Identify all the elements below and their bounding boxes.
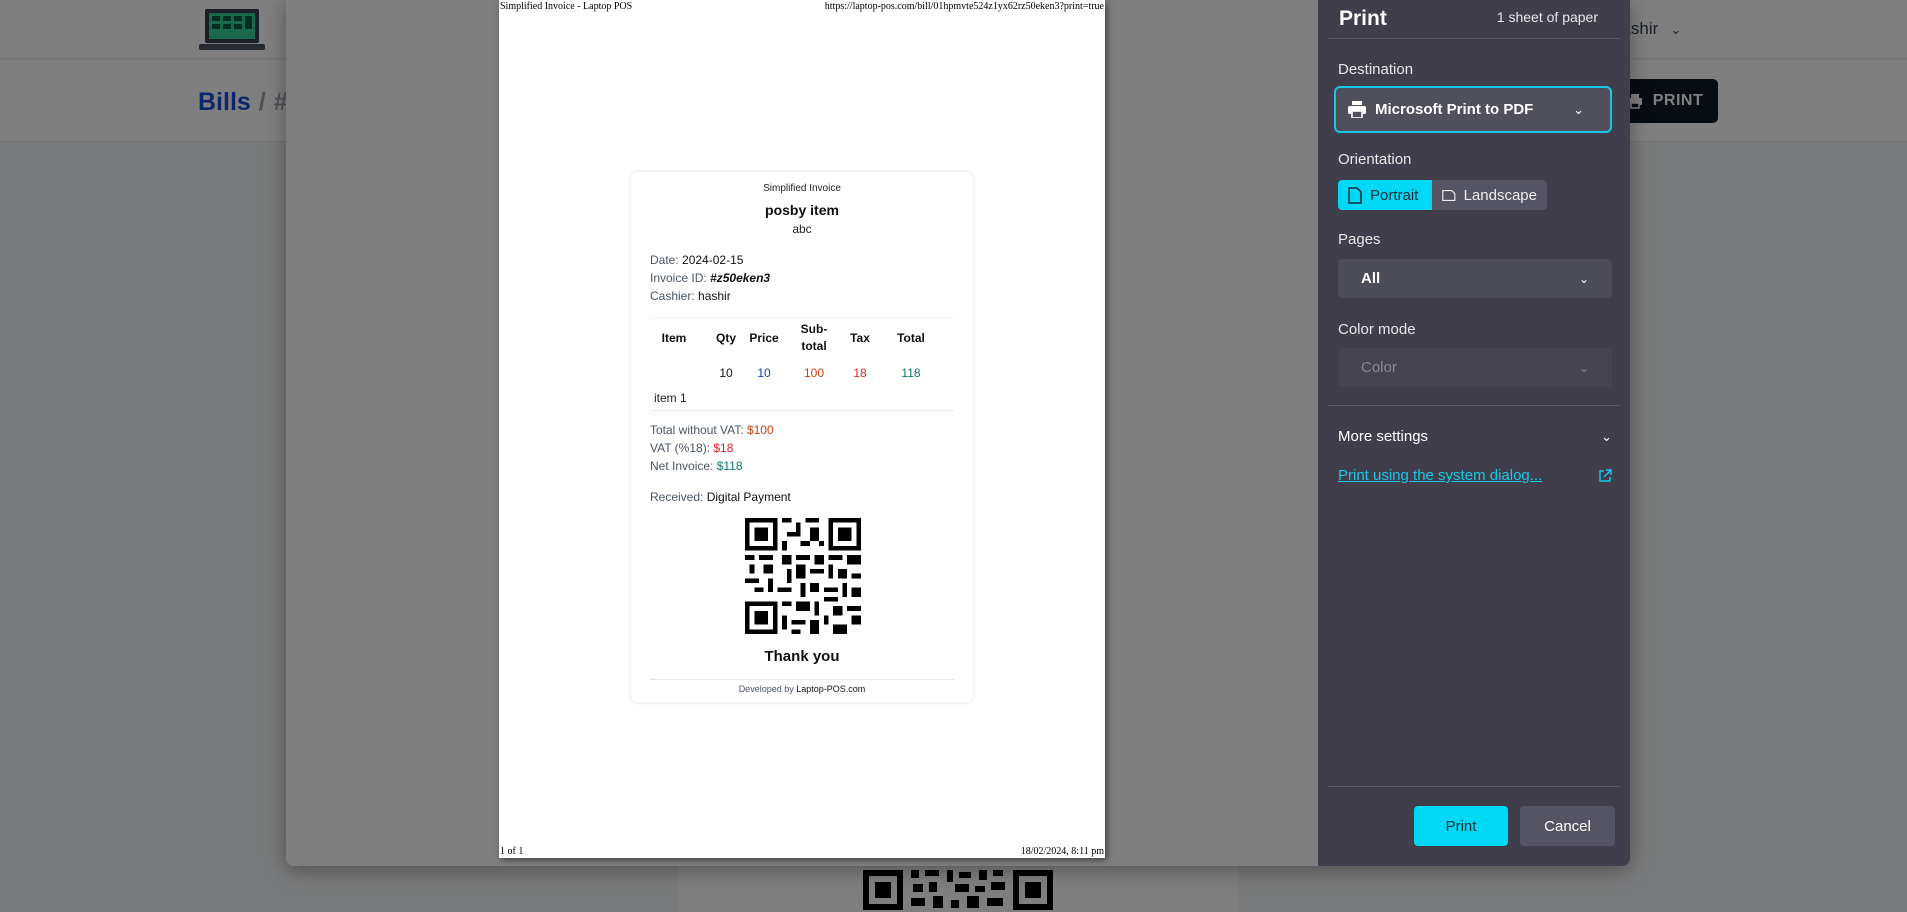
invoice-kind: Simplified Invoice	[763, 183, 841, 194]
landscape-page-icon	[1442, 189, 1456, 201]
color-mode-value: Color	[1361, 359, 1397, 376]
print-button[interactable]: Print	[1414, 806, 1508, 846]
chevron-down-icon: ⌄	[1601, 428, 1612, 444]
destination-value: Microsoft Print to PDF	[1375, 101, 1534, 118]
preview-footer-datetime: 18/02/2024, 8:11 pm	[1020, 846, 1104, 857]
table-top-border	[650, 318, 954, 319]
developed-by: Developed by Laptop-POS.com	[631, 684, 973, 694]
col-header-item: Item	[661, 331, 687, 345]
invoice-id-label: Invoice ID:	[650, 271, 707, 285]
cancel-button[interactable]: Cancel	[1520, 806, 1615, 846]
cashier-label: Cashier:	[650, 289, 695, 303]
system-dialog-label: Print using the system dialog...	[1338, 467, 1543, 484]
row-tax: 18	[853, 366, 867, 380]
developed-by-label: Developed by	[738, 684, 794, 694]
col-header-total: Total	[897, 331, 925, 345]
col-header-subtotal: Sub-total	[800, 322, 828, 353]
settings-divider	[1328, 405, 1620, 406]
portrait-label: Portrait	[1370, 186, 1419, 204]
print-preview-page: Simplified Invoice - Laptop POS https://…	[499, 0, 1105, 858]
landscape-button[interactable]: Landscape	[1432, 180, 1547, 210]
vat-value: $18	[713, 441, 734, 455]
invoice-card: Simplified Invoice posby item abc Date: …	[631, 172, 973, 702]
developed-by-value: Laptop-POS.com	[796, 684, 866, 694]
printer-icon	[1348, 101, 1366, 118]
preview-header-url: https://laptop-pos.com/bill/01hpmvte524z…	[824, 1, 1104, 12]
system-dialog-link[interactable]: Print using the system dialog...	[1338, 467, 1612, 484]
landscape-label: Landscape	[1463, 186, 1537, 204]
preview-footer-pages: 1 of 1	[500, 846, 524, 857]
invoice-date: Date: 2024-02-15	[650, 253, 743, 267]
more-settings-label: More settings	[1338, 428, 1429, 445]
external-link-icon	[1599, 468, 1612, 482]
row-price: 10	[757, 366, 771, 380]
dialog-title: Print	[1339, 7, 1387, 30]
pages-value: All	[1361, 270, 1381, 287]
invoice-footer-divider	[650, 679, 954, 680]
date-label: Date:	[650, 253, 679, 267]
color-mode-select[interactable]: Color ⌄	[1338, 348, 1612, 387]
received-label: Received:	[650, 490, 704, 504]
total-without-vat-label: Total without VAT:	[650, 423, 744, 437]
header-divider	[1328, 38, 1620, 39]
invoice-id-value: #z50eken3	[710, 271, 771, 285]
col-header-qty: Qty	[715, 331, 736, 345]
cashier-value: hashir	[698, 289, 731, 303]
destination-select[interactable]: Microsoft Print to PDF ⌄	[1334, 86, 1612, 133]
col-header-tax: Tax	[850, 331, 870, 345]
pages-label: Pages	[1338, 231, 1381, 248]
total-without-vat: Total without VAT: $100	[650, 423, 774, 437]
color-mode-label: Color mode	[1338, 321, 1416, 338]
more-settings-toggle[interactable]: More settings ⌄	[1338, 428, 1612, 445]
received-value: Digital Payment	[706, 490, 791, 504]
net-value: $118	[716, 459, 743, 473]
destination-label: Destination	[1338, 61, 1414, 78]
net-invoice: Net Invoice: $118	[650, 459, 743, 473]
chevron-down-icon: ⌄	[1578, 360, 1589, 375]
row-total: 118	[901, 366, 921, 380]
invoice-cashier: Cashier: hashir	[650, 289, 731, 303]
row-item-name: item 1	[654, 391, 687, 405]
vat-amount: VAT (%18): $18	[650, 441, 733, 455]
net-label: Net Invoice:	[650, 459, 714, 473]
footer-divider	[1328, 786, 1620, 787]
total-without-vat-value: $100	[746, 423, 774, 437]
print-dialog: Simplified Invoice - Laptop POS https://…	[286, 0, 1630, 866]
branch-name: abc	[792, 222, 812, 236]
invoice-id: Invoice ID: #z50eken3	[650, 271, 770, 285]
sheet-count: 1 sheet of paper	[1496, 9, 1598, 25]
received-payment: Received: Digital Payment	[650, 490, 791, 504]
pages-select[interactable]: All ⌄	[1338, 259, 1612, 298]
print-settings-panel: Print 1 sheet of paper Destination Micro…	[1318, 0, 1630, 866]
thank-you-text: Thank you	[764, 648, 840, 665]
orientation-toggle: Portrait Landscape	[1338, 180, 1547, 210]
qr-code	[745, 518, 861, 634]
row-subtotal: 100	[803, 366, 825, 380]
table-bottom-border	[650, 410, 954, 411]
col-header-price: Price	[749, 331, 779, 345]
preview-header-title: Simplified Invoice - Laptop POS	[500, 1, 633, 12]
vat-label: VAT (%18):	[650, 441, 711, 455]
date-value: 2024-02-15	[682, 253, 744, 267]
portrait-button[interactable]: Portrait	[1338, 180, 1432, 210]
chevron-down-icon: ⌄	[1578, 271, 1589, 286]
portrait-page-icon	[1348, 186, 1362, 204]
chevron-down-icon: ⌄	[1573, 101, 1584, 117]
store-name: posby item	[765, 202, 839, 218]
orientation-label: Orientation	[1338, 151, 1412, 168]
row-qty: 10	[719, 366, 733, 380]
